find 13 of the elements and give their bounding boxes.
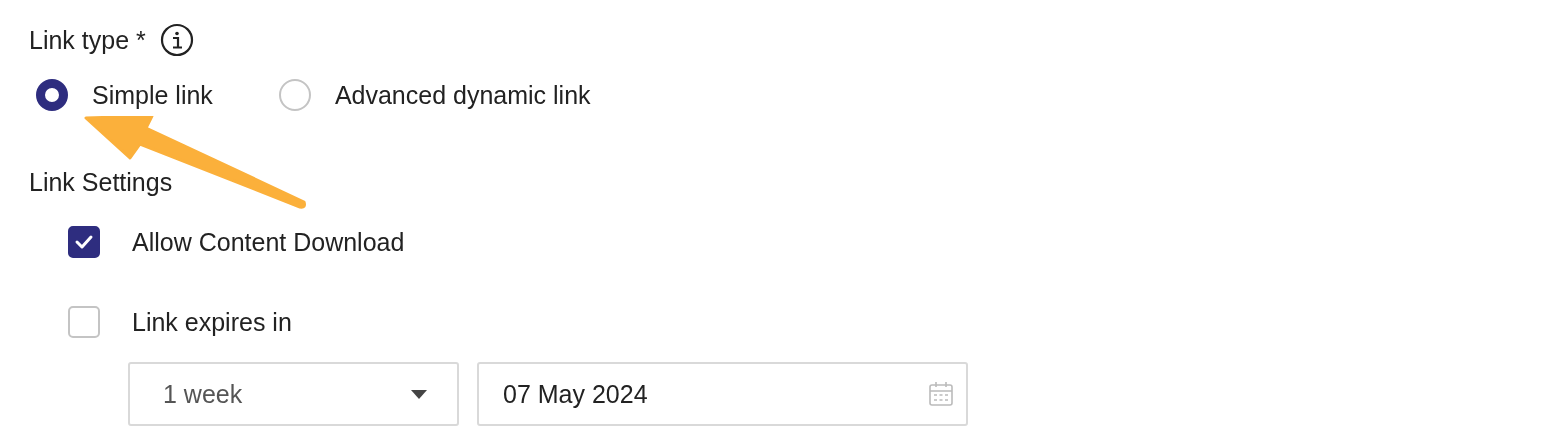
duration-dropdown[interactable]: 1 week (128, 362, 459, 426)
radio-button[interactable] (36, 79, 68, 111)
check-icon (74, 234, 94, 250)
radio-label[interactable]: Simple link (92, 80, 213, 110)
radio-label[interactable]: Advanced dynamic link (334, 80, 591, 110)
field-label: Link type * (29, 25, 146, 55)
checkbox-label[interactable]: Link expires in (132, 307, 292, 337)
checkbox[interactable] (68, 226, 100, 258)
checkbox-label[interactable]: Allow Content Download (132, 227, 405, 257)
caret-icon (411, 389, 427, 399)
section-label: Link Settings (29, 168, 174, 197)
date-field[interactable]: 07 May 2024 (477, 362, 968, 426)
info-icon[interactable] (159, 23, 194, 57)
